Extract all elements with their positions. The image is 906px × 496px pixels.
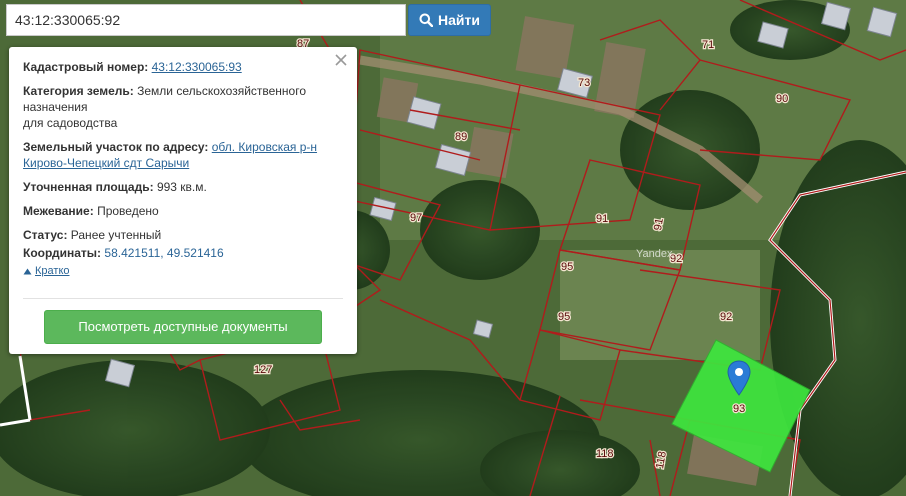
plot-label: 95 (561, 261, 573, 273)
search-icon (419, 13, 434, 27)
plot-label: 97 (410, 212, 422, 224)
cadastral-label: Кадастровый номер: (23, 60, 149, 74)
category-row: Категория земель: Земли сельскохозяйстве… (23, 83, 343, 131)
survey-value: Проведено (97, 204, 159, 218)
view-documents-button[interactable]: Посмотреть доступные документы (44, 310, 322, 344)
category-label: Категория земель: (23, 84, 134, 98)
status-label: Статус: (23, 228, 68, 242)
plot-label: 89 (455, 131, 467, 143)
status-row: Статус: Ранее учтенный (23, 227, 343, 243)
collapse-toggle[interactable]: Кратко (23, 263, 343, 279)
search-input[interactable] (7, 5, 405, 35)
plot-label: 93 (733, 403, 745, 415)
plot-label: 127 (254, 364, 272, 376)
plot-label: 118 (596, 448, 614, 460)
category-value: назначения (23, 100, 88, 114)
address-link[interactable]: обл. Кировская р-н (212, 140, 317, 154)
plot-label: 90 (776, 93, 788, 105)
coords-value[interactable]: 58.421511, 49.521416 (104, 246, 223, 260)
coords-label: Координаты: (23, 246, 102, 260)
area-value: 993 кв.м. (156, 180, 207, 194)
coords-row: Координаты: 58.421511, 49.521416 (23, 245, 343, 261)
collapse-label: Кратко (35, 265, 70, 277)
plot-label: 73 (578, 77, 590, 89)
map-attribution: Yandex (636, 248, 673, 260)
plot-label: 91 (652, 217, 666, 231)
plot-label: 95 (558, 311, 570, 323)
search-button[interactable]: Найти (408, 4, 491, 36)
survey-row: Межевание: Проведено (23, 203, 343, 219)
cadastral-row: Кадастровый номер: 43:12:330065:93 (23, 59, 343, 75)
location-pin-icon[interactable] (727, 360, 751, 396)
survey-label: Межевание: (23, 204, 94, 218)
search-box (6, 4, 406, 36)
plot-label: 91 (596, 213, 608, 225)
plot-label: 71 (702, 39, 714, 51)
cadastral-number-link[interactable]: 43:12:330065:93 (152, 60, 242, 74)
divider (23, 298, 343, 299)
status-value: Ранее учтенный (70, 228, 162, 242)
address-link[interactable]: Кирово-Чепецкий сдт Сарычи (23, 156, 189, 170)
area-row: Уточненная площадь: 993 кв.м. (23, 179, 343, 195)
address-label: Земельный участок по адресу: (23, 140, 209, 154)
category-value: для садоводства (23, 116, 118, 130)
category-value: Земли сельскохозяйственного (137, 84, 307, 98)
close-icon[interactable] (333, 52, 349, 68)
plot-info-popup: Кадастровый номер: 43:12:330065:93 Катег… (9, 47, 357, 354)
plot-label: 92 (720, 311, 732, 323)
search-button-label: Найти (438, 12, 480, 28)
address-row: Земельный участок по адресу: обл. Кировс… (23, 139, 343, 171)
area-label: Уточненная площадь: (23, 180, 154, 194)
triangle-up-icon (23, 268, 32, 274)
